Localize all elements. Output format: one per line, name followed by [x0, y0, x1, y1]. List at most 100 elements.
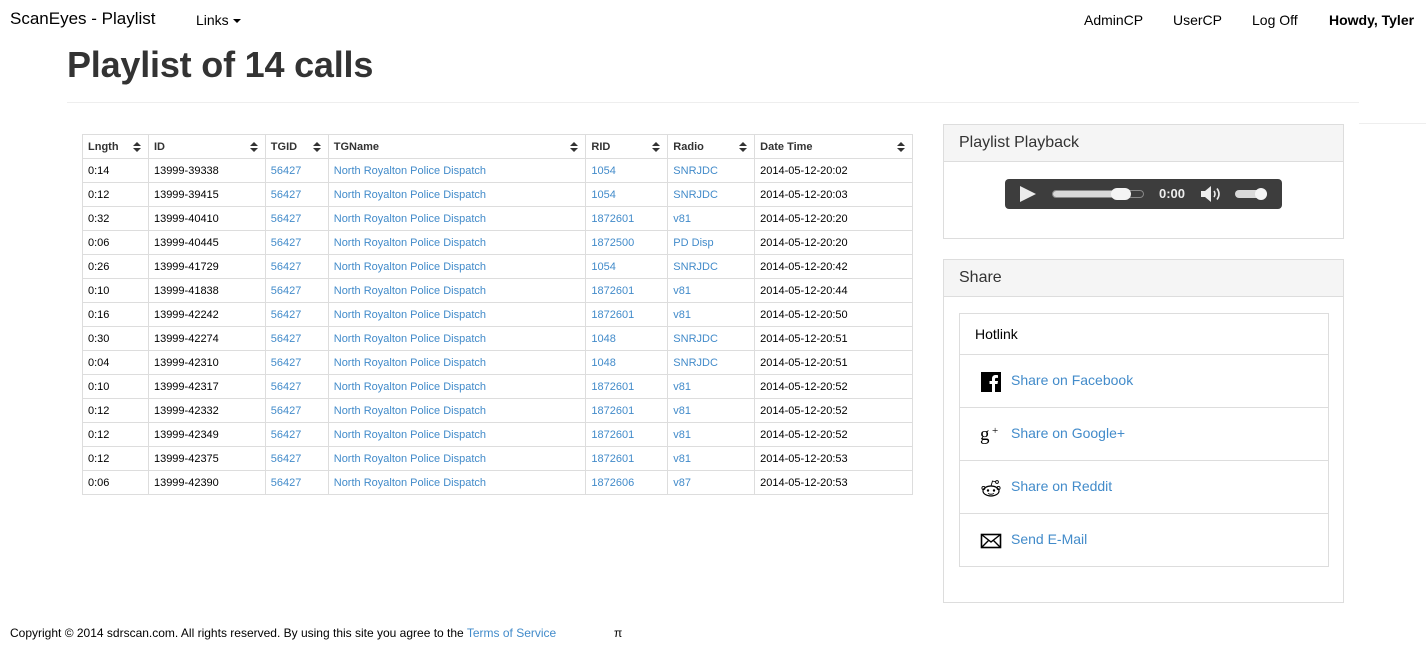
tgname-link[interactable]: North Royalton Police Dispatch: [334, 165, 486, 177]
nav-usercp[interactable]: UserCP: [1173, 12, 1222, 28]
column-header-radio[interactable]: Radio: [667, 134, 756, 159]
rid-link[interactable]: 1872601: [591, 213, 634, 225]
tgname-link[interactable]: North Royalton Police Dispatch: [334, 477, 486, 489]
nav-admincp[interactable]: AdminCP: [1084, 12, 1143, 28]
seek-slider[interactable]: [1052, 188, 1144, 200]
tgid-link[interactable]: 56427: [271, 189, 302, 201]
table-cell: 0:30: [82, 326, 149, 351]
tgname-link[interactable]: North Royalton Police Dispatch: [334, 285, 486, 297]
table-cell: 1872601: [585, 422, 669, 447]
tgid-link[interactable]: 56427: [271, 333, 302, 345]
seek-handle[interactable]: [1111, 188, 1132, 200]
tgid-link[interactable]: 56427: [271, 453, 302, 465]
rid-link[interactable]: 1054: [591, 189, 615, 201]
list-item-email[interactable]: Send E-Mail: [960, 513, 1328, 566]
volume-slider[interactable]: [1235, 188, 1267, 200]
cell-length: 0:30: [88, 332, 110, 345]
radio-link[interactable]: v81: [673, 381, 691, 393]
radio-link[interactable]: SNRJDC: [673, 333, 718, 345]
table-row: 0:32 13999-40410 56427 North Royalton Polic…: [82, 206, 913, 231]
share-facebook-link[interactable]: Share on Facebook: [1011, 372, 1133, 388]
tgname-link[interactable]: North Royalton Police Dispatch: [334, 261, 486, 273]
tgid-link[interactable]: 56427: [271, 405, 302, 417]
tgname-link[interactable]: North Royalton Police Dispatch: [334, 453, 486, 465]
tgid-link[interactable]: 56427: [271, 429, 302, 441]
tgname-link[interactable]: North Royalton Police Dispatch: [334, 333, 486, 345]
play-icon[interactable]: [1020, 186, 1036, 202]
rid-link[interactable]: 1872601: [591, 309, 634, 321]
brand-link[interactable]: ScanEyes - Playlist: [10, 9, 156, 29]
links-dropdown[interactable]: Links: [196, 12, 241, 28]
tgname-link[interactable]: North Royalton Police Dispatch: [334, 429, 486, 441]
radio-link[interactable]: PD Disp: [673, 237, 713, 249]
tgid-link[interactable]: 56427: [271, 165, 302, 177]
send-email-link[interactable]: Send E-Mail: [1011, 531, 1087, 547]
column-header-datetime[interactable]: Date Time: [754, 134, 913, 159]
share-google-plus-link[interactable]: Share on Google+: [1011, 425, 1125, 441]
terms-of-service-link[interactable]: Terms of Service: [467, 626, 556, 640]
pi-link[interactable]: π: [614, 626, 622, 640]
tgid-link[interactable]: 56427: [271, 237, 302, 249]
radio-link[interactable]: v81: [673, 453, 691, 465]
tgid-link[interactable]: 56427: [271, 213, 302, 225]
radio-link[interactable]: v81: [673, 429, 691, 441]
header-divider: [67, 102, 1359, 103]
rid-link[interactable]: 1872601: [591, 453, 634, 465]
table-cell: 1872606: [585, 470, 669, 495]
rid-link[interactable]: 1872606: [591, 477, 634, 489]
table-cell: 1048: [585, 326, 669, 351]
tgname-link[interactable]: North Royalton Police Dispatch: [334, 405, 486, 417]
rid-link[interactable]: 1872601: [591, 429, 634, 441]
column-header-rid[interactable]: RID: [585, 134, 669, 159]
table-cell: North Royalton Police Dispatch: [327, 302, 587, 327]
tgid-link[interactable]: 56427: [271, 357, 302, 369]
volume-icon[interactable]: [1200, 185, 1224, 203]
sort-icon: [249, 141, 258, 152]
tgname-link[interactable]: North Royalton Police Dispatch: [334, 309, 486, 321]
radio-link[interactable]: v81: [673, 405, 691, 417]
tgid-link[interactable]: 56427: [271, 261, 302, 273]
rid-link[interactable]: 1872601: [591, 405, 634, 417]
rid-link[interactable]: 1048: [591, 357, 615, 369]
cell-length: 0:16: [88, 308, 110, 321]
column-header-id[interactable]: ID: [147, 134, 266, 159]
share-reddit-link[interactable]: Share on Reddit: [1011, 478, 1112, 494]
tgid-link[interactable]: 56427: [271, 285, 302, 297]
radio-link[interactable]: SNRJDC: [673, 357, 718, 369]
table-row: 0:10 13999-42317 56427 North Royalton Polic…: [82, 374, 913, 399]
radio-link[interactable]: SNRJDC: [673, 165, 718, 177]
cell-id: 13999-40445: [153, 236, 219, 249]
radio-link[interactable]: v81: [673, 285, 691, 297]
table-cell: 13999-39415: [147, 182, 266, 207]
rid-link[interactable]: 1054: [591, 165, 615, 177]
list-item-google-plus[interactable]: g + Share on Google+: [960, 407, 1328, 460]
tgname-link[interactable]: North Royalton Police Dispatch: [334, 357, 486, 369]
radio-link[interactable]: SNRJDC: [673, 261, 718, 273]
tgid-link[interactable]: 56427: [271, 309, 302, 321]
radio-link[interactable]: v87: [673, 477, 691, 489]
column-header-length[interactable]: Lngth: [82, 134, 149, 159]
tgname-link[interactable]: North Royalton Police Dispatch: [334, 189, 486, 201]
list-item-reddit[interactable]: Share on Reddit: [960, 460, 1328, 513]
radio-link[interactable]: v81: [673, 213, 691, 225]
volume-handle[interactable]: [1254, 188, 1267, 200]
rid-link[interactable]: 1048: [591, 333, 615, 345]
table-cell: North Royalton Police Dispatch: [327, 206, 587, 231]
list-item-facebook[interactable]: Share on Facebook: [960, 354, 1328, 407]
rid-link[interactable]: 1054: [591, 261, 615, 273]
tgname-link[interactable]: North Royalton Police Dispatch: [334, 213, 486, 225]
table-cell: 0:10: [82, 278, 149, 303]
list-item-hotlink[interactable]: Hotlink: [960, 314, 1328, 354]
rid-link[interactable]: 1872601: [591, 285, 634, 297]
tgid-link[interactable]: 56427: [271, 477, 302, 489]
radio-link[interactable]: SNRJDC: [673, 189, 718, 201]
radio-link[interactable]: v81: [673, 309, 691, 321]
column-header-tgid[interactable]: TGID: [264, 134, 329, 159]
column-header-tgname[interactable]: TGName: [327, 134, 587, 159]
rid-link[interactable]: 1872601: [591, 381, 634, 393]
nav-log-off[interactable]: Log Off: [1252, 12, 1298, 28]
rid-link[interactable]: 1872500: [591, 237, 634, 249]
tgname-link[interactable]: North Royalton Police Dispatch: [334, 237, 486, 249]
tgname-link[interactable]: North Royalton Police Dispatch: [334, 381, 486, 393]
tgid-link[interactable]: 56427: [271, 381, 302, 393]
